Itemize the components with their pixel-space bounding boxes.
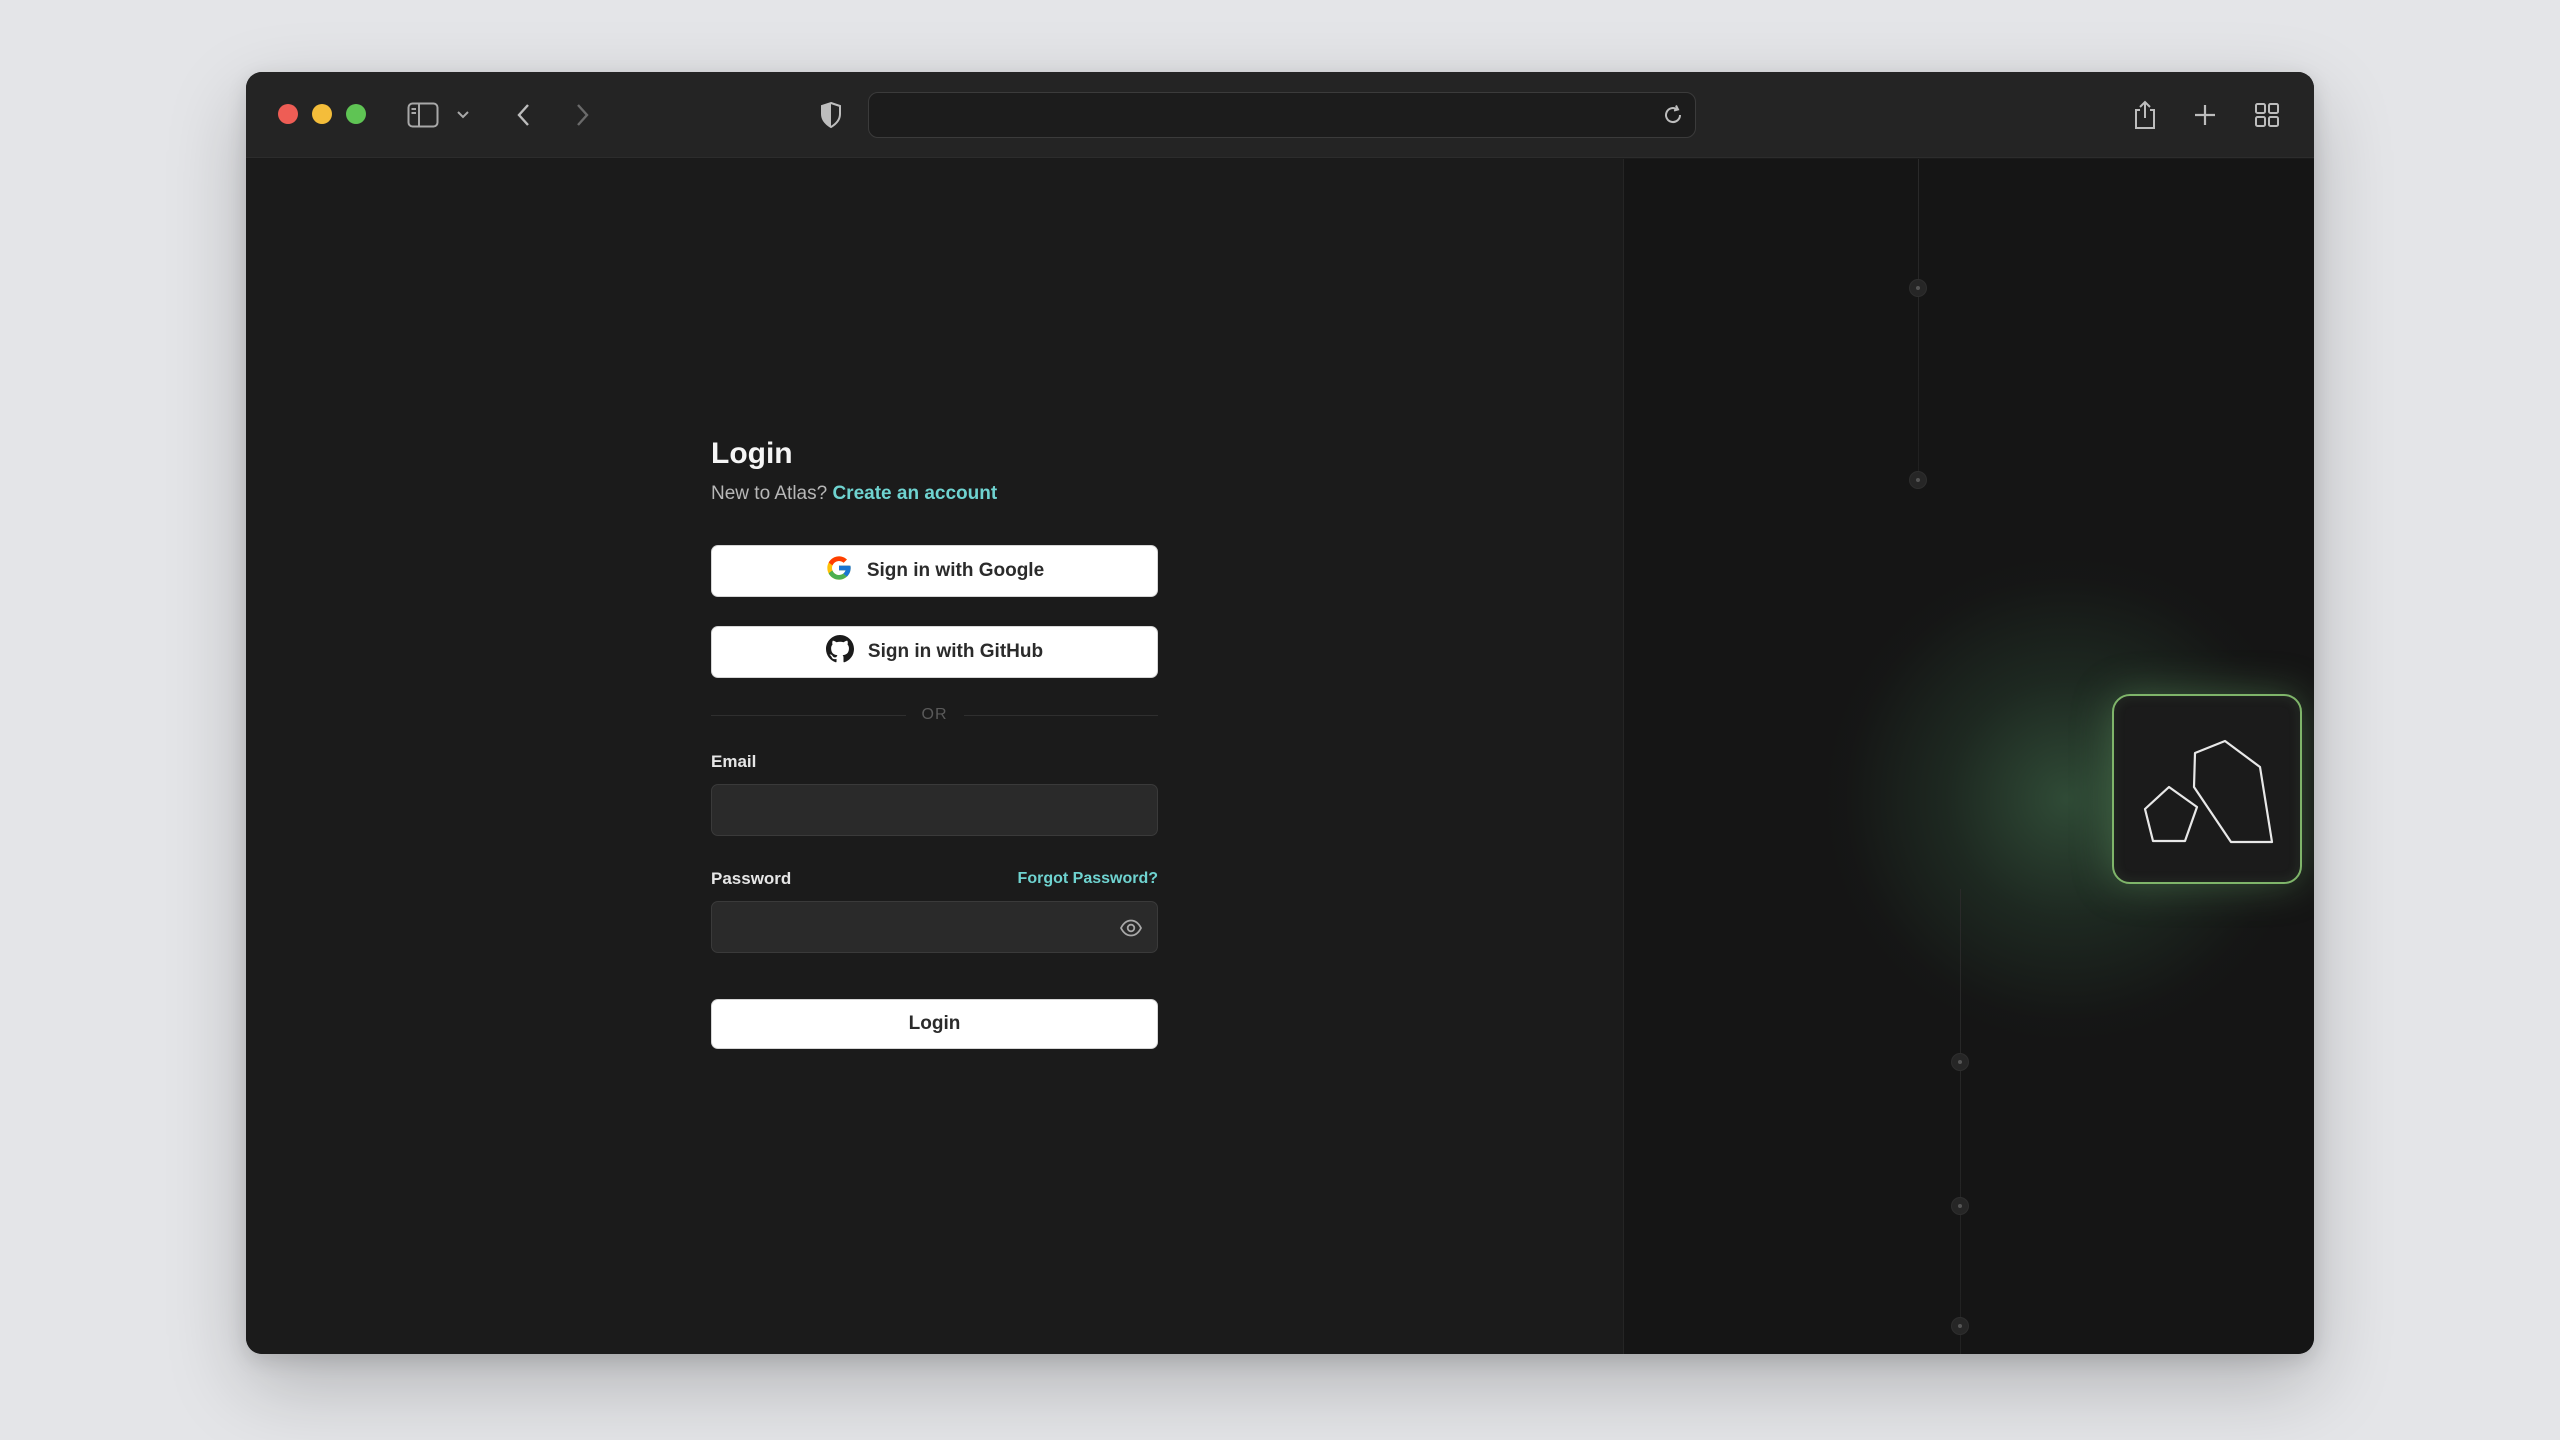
connector-node: [1951, 1053, 1969, 1071]
chevron-down-icon[interactable]: [451, 98, 475, 132]
signup-prompt: New to Atlas? Create an account: [711, 482, 1158, 506]
browser-window: Login New to Atlas? Create an account Si…: [246, 72, 2314, 1354]
reload-icon[interactable]: [1661, 103, 1685, 127]
email-label: Email: [711, 752, 757, 771]
address-bar[interactable]: [868, 92, 1696, 138]
close-window-button[interactable]: [278, 104, 298, 124]
connector-node: [1951, 1317, 1969, 1335]
atlas-logo-icon: [2143, 739, 2274, 844]
github-signin-button[interactable]: Sign in with GitHub: [711, 626, 1158, 678]
back-icon[interactable]: [507, 98, 541, 132]
or-divider: OR: [711, 706, 1158, 724]
forward-icon[interactable]: [565, 98, 599, 132]
page-content: Login New to Atlas? Create an account Si…: [246, 159, 2314, 1354]
divider-line: [711, 714, 906, 716]
brand-pane: [1623, 159, 2314, 1354]
login-button[interactable]: Login: [711, 999, 1158, 1049]
browser-toolbar: [246, 72, 2314, 158]
password-field-wrapper: [711, 901, 1158, 953]
login-form: Login New to Atlas? Create an account Si…: [711, 436, 1158, 1049]
atlas-logo: [2112, 694, 2302, 884]
connector-line: [1960, 889, 1961, 1354]
connector-node: [1909, 279, 1927, 297]
login-pane: Login New to Atlas? Create an account Si…: [246, 159, 1623, 1354]
connector-node: [1951, 1197, 1969, 1215]
email-field[interactable]: [712, 785, 1157, 835]
new-tab-icon[interactable]: [2188, 98, 2222, 132]
share-icon[interactable]: [2128, 98, 2162, 132]
create-account-link[interactable]: Create an account: [832, 483, 997, 504]
google-signin-button[interactable]: Sign in with Google: [711, 545, 1158, 597]
password-field[interactable]: [712, 902, 1157, 952]
github-icon: [825, 635, 854, 669]
signup-prompt-text: New to Atlas?: [711, 483, 828, 504]
show-password-eye-icon[interactable]: [1119, 917, 1143, 939]
divider-line: [963, 714, 1158, 716]
github-signin-label: Sign in with GitHub: [867, 641, 1044, 662]
password-label-row: Password Forgot Password?: [711, 869, 1158, 889]
connector-line: [1918, 159, 1919, 489]
google-icon: [825, 554, 853, 588]
divider-text: OR: [921, 706, 948, 723]
tab-overview-icon[interactable]: [2250, 98, 2284, 132]
page-title: Login: [711, 437, 793, 470]
maximize-window-button[interactable]: [346, 104, 366, 124]
password-label: Password: [711, 869, 792, 888]
sidebar-icon[interactable]: [406, 98, 440, 132]
minimize-window-button[interactable]: [312, 104, 332, 124]
forgot-password-link[interactable]: Forgot Password?: [1018, 870, 1158, 888]
email-field-wrapper: [711, 784, 1158, 836]
google-signin-label: Sign in with Google: [866, 560, 1045, 581]
shield-icon[interactable]: [814, 98, 848, 132]
connector-node: [1909, 471, 1927, 489]
